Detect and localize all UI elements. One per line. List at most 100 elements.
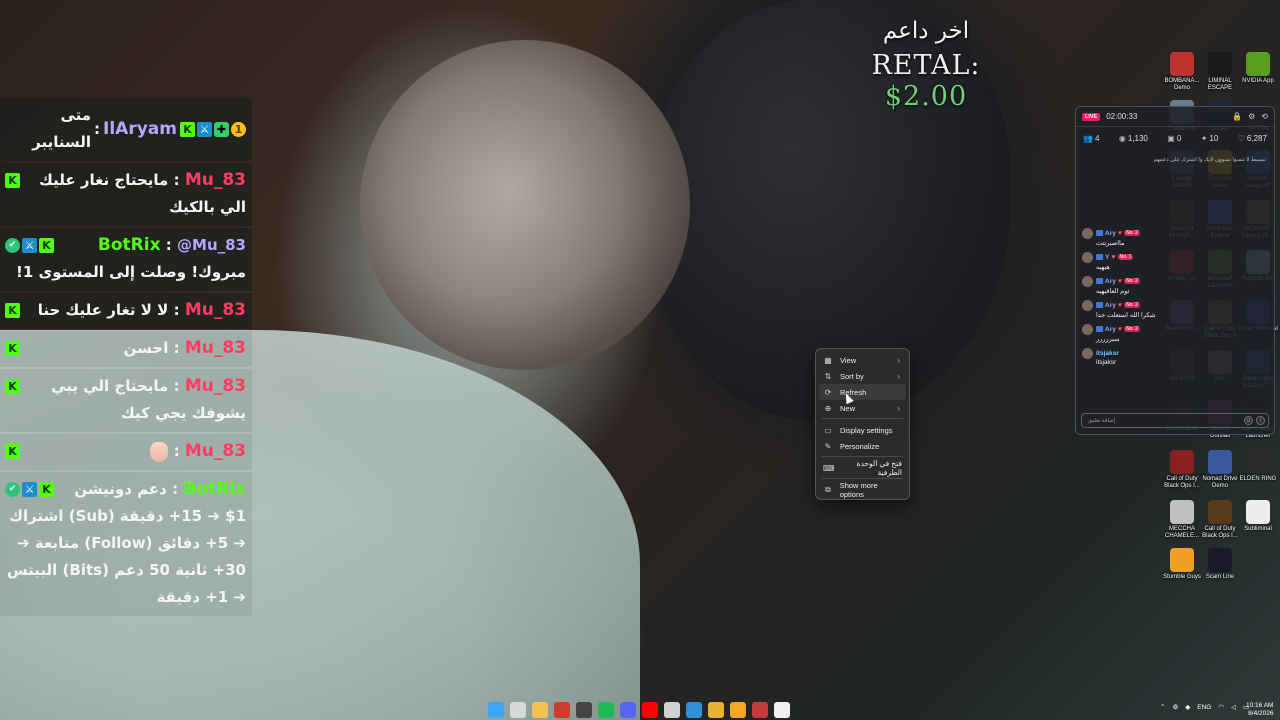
chat-colon: : <box>173 377 180 395</box>
level-badge-icon <box>1096 230 1103 236</box>
context-menu-item[interactable]: ⊕ New › <box>819 400 906 416</box>
youtube-icon[interactable] <box>642 702 658 718</box>
rank-badge: No. 2 <box>1124 230 1140 236</box>
context-menu-item[interactable]: ✎ Personalize <box>819 438 906 454</box>
kick-badge-icon: K <box>39 482 54 497</box>
desktop-shortcut[interactable]: Stumble Guys <box>1162 548 1202 581</box>
chat-username: Mu_83 <box>184 376 246 396</box>
chevron-up-icon[interactable]: ⌃ <box>1160 703 1165 711</box>
context-menu-item[interactable]: ▭ Display settings <box>819 422 906 438</box>
desktop-shortcut-label: LIMINAL ESCAPE <box>1207 78 1233 91</box>
context-menu-item[interactable]: ⧉ Show more options <box>819 481 906 499</box>
desktop-shortcut[interactable]: LIMINAL ESCAPE <box>1200 52 1240 92</box>
chatgpt-icon[interactable] <box>664 702 680 718</box>
badge-group: K <box>5 173 20 188</box>
screen-icon[interactable] <box>686 702 702 718</box>
people-icon: 👥 <box>1083 133 1093 143</box>
desktop-shortcut[interactable]: Call of Duty Black Ops I... <box>1162 450 1202 490</box>
level-badge-icon <box>1096 254 1103 260</box>
desktop-shortcut[interactable]: BOMBANA... Demo <box>1162 52 1202 92</box>
comment-input[interactable]: إضافة تعليق ☺ ↑ <box>1081 413 1269 428</box>
panel-chat-message: Ary ♥ No. 2 سبررررر <box>1082 324 1270 343</box>
panel-username: Ary <box>1105 325 1116 333</box>
desktop-shortcut[interactable]: Nomad Drive Demo <box>1200 450 1240 490</box>
live-badge: LIVE <box>1082 112 1101 121</box>
app-red-icon[interactable] <box>554 702 570 718</box>
panel-chat-message: Ary ♥ No. 2 شكرا الله استعلت جدا <box>1082 300 1270 319</box>
badge-group: K <box>5 444 20 459</box>
menu-separator <box>822 478 903 479</box>
desktop-shortcut[interactable]: Subliminal <box>1238 500 1278 533</box>
chat-username: IlAryam <box>103 118 177 139</box>
settings-icon[interactable]: ⚙ <box>1248 112 1255 121</box>
chat-mention: @Mu_83 <box>177 236 246 254</box>
desktop-shortcut[interactable]: MECCHA CHAMELE... <box>1162 500 1202 540</box>
chat-text: احسن <box>123 339 169 357</box>
tray-app-icon[interactable]: ⚙ <box>1172 703 1178 711</box>
badge-group: K ⚔ ✚ 1 <box>180 121 246 137</box>
brush-icon: ✎ <box>824 441 832 451</box>
search-icon[interactable] <box>510 702 526 718</box>
more-options-icon: ⧉ <box>824 485 831 494</box>
document-icon[interactable] <box>774 702 790 718</box>
heart-icon: ♡ <box>1237 133 1245 143</box>
desktop-shortcut[interactable]: NVIDIA App <box>1238 52 1278 85</box>
chevron-right-icon: › <box>897 371 900 381</box>
grid-icon: ▦ <box>824 355 832 365</box>
context-menu-item[interactable]: ⌨ فتح في الوحدة الطرفية <box>819 459 906 477</box>
send-icon[interactable]: ↑ <box>1256 416 1265 425</box>
app-icon <box>1246 450 1270 474</box>
taskbar-apps <box>488 702 790 718</box>
lock-icon[interactable]: 🔒 <box>1232 112 1242 121</box>
taskbar: ⌃ ⚙ ◆ ENG ◠ ◁ ▭ 10:16 AM 8/4/2026 <box>0 700 1280 720</box>
moderator-badge-icon: ⚔ <box>22 238 37 253</box>
file-explorer-icon[interactable] <box>532 702 548 718</box>
volume-icon[interactable]: ◁ <box>1231 703 1236 711</box>
context-menu-item[interactable]: ⇅ Sort by › <box>819 368 906 384</box>
kick-badge-icon: K <box>39 238 54 253</box>
heart-icon: ♥ <box>1117 277 1122 285</box>
heart-icon: ♥ <box>1117 229 1122 237</box>
chat-colon: : <box>172 480 179 498</box>
calendar-icon[interactable] <box>752 702 768 718</box>
desktop-shortcut[interactable]: ELDEN RING <box>1238 450 1278 483</box>
chat-message: K Mu_83 : احسن <box>0 331 252 367</box>
windows-start-icon[interactable] <box>488 702 504 718</box>
emoji-icon[interactable]: ☺ <box>1244 416 1253 425</box>
close-icon[interactable]: ⟲ <box>1261 112 1268 121</box>
desktop-shortcut-label: Call of Duty Black Ops I... <box>1202 526 1238 539</box>
sort-icon: ⇅ <box>824 371 832 381</box>
arc-icon[interactable] <box>730 702 746 718</box>
panel-chat-message: Ary ♥ No. 2 مااصبرتتت <box>1082 228 1270 247</box>
app-icon <box>1170 52 1194 76</box>
context-menu-item[interactable]: ⟳ Refresh <box>819 384 906 400</box>
chat-colon: : <box>173 301 180 319</box>
subs-stat: ✦ 10 <box>1201 134 1219 143</box>
discord-icon[interactable] <box>620 702 636 718</box>
menu-separator <box>822 418 903 419</box>
wifi-icon[interactable]: ◠ <box>1218 703 1224 711</box>
spotify-icon[interactable] <box>598 702 614 718</box>
desktop-shortcut[interactable]: Call of Duty Black Ops I... <box>1200 500 1240 540</box>
app-icon <box>1208 450 1232 474</box>
tray-shield-icon[interactable]: ◆ <box>1185 703 1190 711</box>
obs-icon[interactable] <box>576 702 592 718</box>
donation-amount: $2.00 <box>884 81 968 112</box>
clock[interactable]: 10:16 AM 8/4/2026 <box>1246 702 1273 718</box>
context-menu-item[interactable]: ▦ View › <box>819 352 906 368</box>
chat-colon: : <box>165 236 172 254</box>
panel-username: Ary <box>1105 301 1116 309</box>
gifts-stat: ▣ 0 <box>1167 134 1181 143</box>
chat-text: مبروك! وصلت إلى المستوى 1! <box>16 263 246 281</box>
rank-badge: No. 2 <box>1124 326 1140 332</box>
avatar <box>1082 300 1093 311</box>
chrome-icon[interactable] <box>708 702 724 718</box>
panel-message-text: شكرا الله استعلت جدا <box>1096 312 1156 319</box>
eye-icon: ◉ <box>1118 133 1126 143</box>
verified-badge-icon: ✔ <box>5 238 20 253</box>
chat-colon: : <box>173 339 180 357</box>
desktop-shortcut[interactable]: Scam Line <box>1200 548 1240 581</box>
viewers-count: 1,130 <box>1127 133 1148 143</box>
language-indicator[interactable]: ENG <box>1197 704 1211 711</box>
refresh-icon: ⟳ <box>824 387 832 397</box>
